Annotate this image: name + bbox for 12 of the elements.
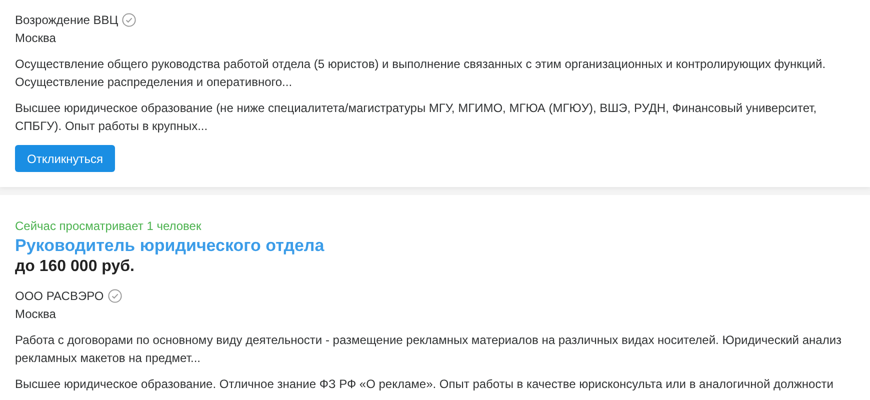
company-name: ООО РАСВЭРО bbox=[15, 288, 104, 305]
description-text: Работа с договорами по основному виду деятельности - размещение рекламных материалов на различных видах носителей. Юридический анализ рекламных макетов на предмет... bbox=[15, 332, 843, 367]
requirements-text: Высшее юридическое образование (не ниже специалитета/магистратуры МГУ, МГИМО, МГЮА (МГЮУ), ВШЭ, РУДН, Финансовый университет, СПБГУ). Опыт работы в крупных... bbox=[15, 100, 818, 135]
city-text: Москва bbox=[15, 30, 57, 47]
respond-button[interactable]: Откликнуться bbox=[15, 145, 116, 172]
company-name: Возрождение ВВЦ bbox=[15, 12, 118, 29]
salary-text: до 160 000 руб. bbox=[15, 257, 136, 277]
description-text: Осуществление общего руководства работой отдела (5 юристов) и выполнение связанных с этим организационных и контролирующих функций. Осуществление распределения и оперативного... bbox=[15, 56, 827, 91]
city-text: Москва bbox=[15, 306, 57, 323]
viewers-text: Сейчас просматривает 1 человек bbox=[15, 219, 202, 233]
vacancy-title-link[interactable]: Руководитель юридического отдела bbox=[15, 235, 324, 257]
requirements-text: Высшее юридическое образование. Отличное знание ФЗ РФ «О рекламе». Опыт работы в качестве юрисконсульта или в аналогичной должности bbox=[15, 376, 834, 393]
